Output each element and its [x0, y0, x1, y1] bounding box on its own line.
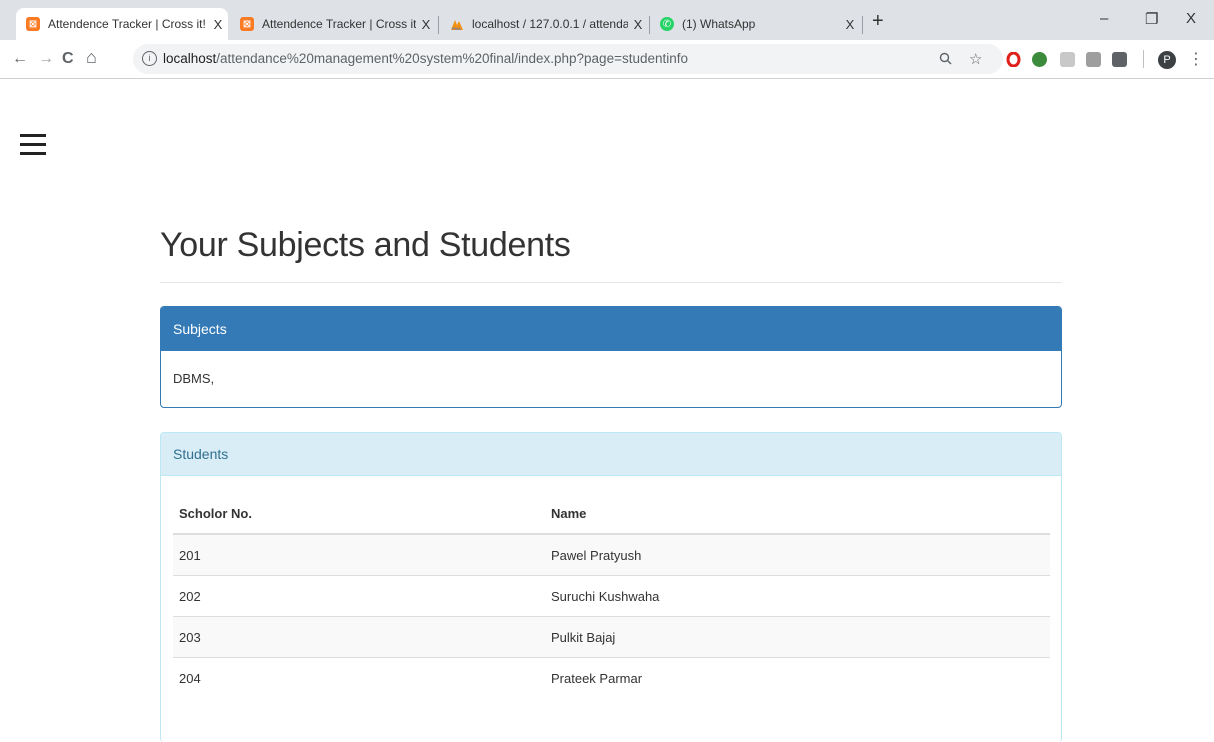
restore-button[interactable]: ❐ [1145, 10, 1158, 28]
student-name-cell: Suruchi Kushwaha [545, 575, 1050, 617]
site-info-icon[interactable]: i [142, 51, 157, 66]
browser-tab[interactable]: ⊠ Attendence Tracker | Cross it! X [16, 8, 228, 40]
extension-shield-icon[interactable] [1112, 52, 1127, 67]
extension-puzzle-icon[interactable] [1060, 52, 1075, 67]
back-button[interactable]: ← [12, 50, 28, 68]
students-table: Scholor No. Name 201 Pawel Pratyush 202 … [173, 493, 1050, 698]
url-path: /attendance%20management%20system%20fina… [216, 51, 689, 66]
scholar-no-cell: 203 [173, 616, 545, 658]
student-name-cell: Prateek Parmar [545, 657, 1050, 698]
address-url[interactable]: localhost/attendance%20management%20syst… [163, 51, 688, 66]
table-header-row: Scholor No. Name [173, 493, 1050, 535]
whatsapp-icon: ✆ [660, 17, 674, 31]
tab-close-button[interactable]: X [840, 17, 860, 32]
column-header-name: Name [545, 493, 1050, 535]
xampp-icon: ⊠ [26, 17, 40, 31]
tab-close-button[interactable]: X [208, 17, 228, 32]
subjects-list: DBMS, [173, 371, 215, 386]
browser-tab[interactable]: ✆ (1) WhatsApp X [650, 8, 860, 40]
table-row: 203 Pulkit Bajaj [173, 616, 1050, 658]
svg-text:PMA: PMA [452, 26, 461, 31]
forward-button[interactable]: → [38, 50, 54, 68]
table-row: 204 Prateek Parmar [173, 657, 1050, 698]
new-tab-button[interactable]: + [872, 10, 884, 33]
home-button[interactable]: ⌂ [86, 47, 97, 68]
minimize-button[interactable]: – [1100, 10, 1108, 27]
toolbar-separator [1143, 50, 1144, 68]
tab-close-button[interactable]: X [416, 17, 436, 32]
tab-separator [438, 16, 439, 34]
subjects-panel: Subjects DBMS, [160, 306, 1062, 408]
table-row: 202 Suruchi Kushwaha [173, 575, 1050, 617]
reload-button[interactable]: C [62, 50, 74, 68]
scholar-no-cell: 204 [173, 657, 545, 698]
extension-drive-icon[interactable] [1086, 52, 1101, 67]
student-name-cell: Pawel Pratyush [545, 533, 1050, 576]
bookmark-star-icon[interactable]: ☆ [969, 50, 982, 68]
browser-toolbar: ← → C ⌂ i localhost/attendance%20managem… [0, 40, 1214, 79]
subjects-panel-heading: Subjects [161, 307, 1061, 351]
tab-close-button[interactable]: X [628, 17, 648, 32]
phpmyadmin-icon: PMA [450, 17, 464, 31]
tab-separator [862, 16, 863, 34]
menu-icon[interactable] [20, 134, 46, 156]
browser-menu-icon[interactable]: ⋮ [1188, 49, 1204, 69]
address-bar[interactable]: i localhost/attendance%20management%20sy… [133, 44, 1003, 74]
url-host: localhost [163, 51, 217, 66]
column-header-scholar-no: Scholor No. [173, 493, 545, 535]
zoom-icon[interactable] [939, 52, 952, 68]
page-title: Your Subjects and Students [160, 226, 571, 264]
scholar-no-cell: 201 [173, 533, 545, 576]
browser-tab[interactable]: ⊠ Attendence Tracker | Cross it! X [230, 8, 436, 40]
tab-title: (1) WhatsApp [682, 17, 756, 31]
scholar-no-cell: 202 [173, 575, 545, 617]
students-panel: Students Scholor No. Name 201 Pawel Prat… [160, 432, 1062, 742]
window-close-button[interactable]: X [1186, 10, 1196, 27]
profile-avatar[interactable]: P [1158, 51, 1176, 69]
xampp-icon: ⊠ [240, 17, 254, 31]
tab-title: Attendence Tracker | Cross it! [48, 17, 206, 31]
tab-title: localhost / 127.0.0.1 / attendance [472, 17, 628, 31]
extension-globe-icon[interactable] [1032, 52, 1047, 67]
title-divider [160, 282, 1062, 283]
browser-tab-strip: ⊠ Attendence Tracker | Cross it! X ⊠ Att… [0, 0, 1214, 40]
student-name-cell: Pulkit Bajaj [545, 616, 1050, 658]
opera-icon[interactable] [1006, 51, 1021, 68]
students-panel-heading: Students [161, 433, 1061, 476]
browser-tab[interactable]: PMA localhost / 127.0.0.1 / attendance X [440, 8, 648, 40]
tab-title: Attendence Tracker | Cross it! [262, 17, 416, 31]
table-row: 201 Pawel Pratyush [173, 533, 1050, 576]
